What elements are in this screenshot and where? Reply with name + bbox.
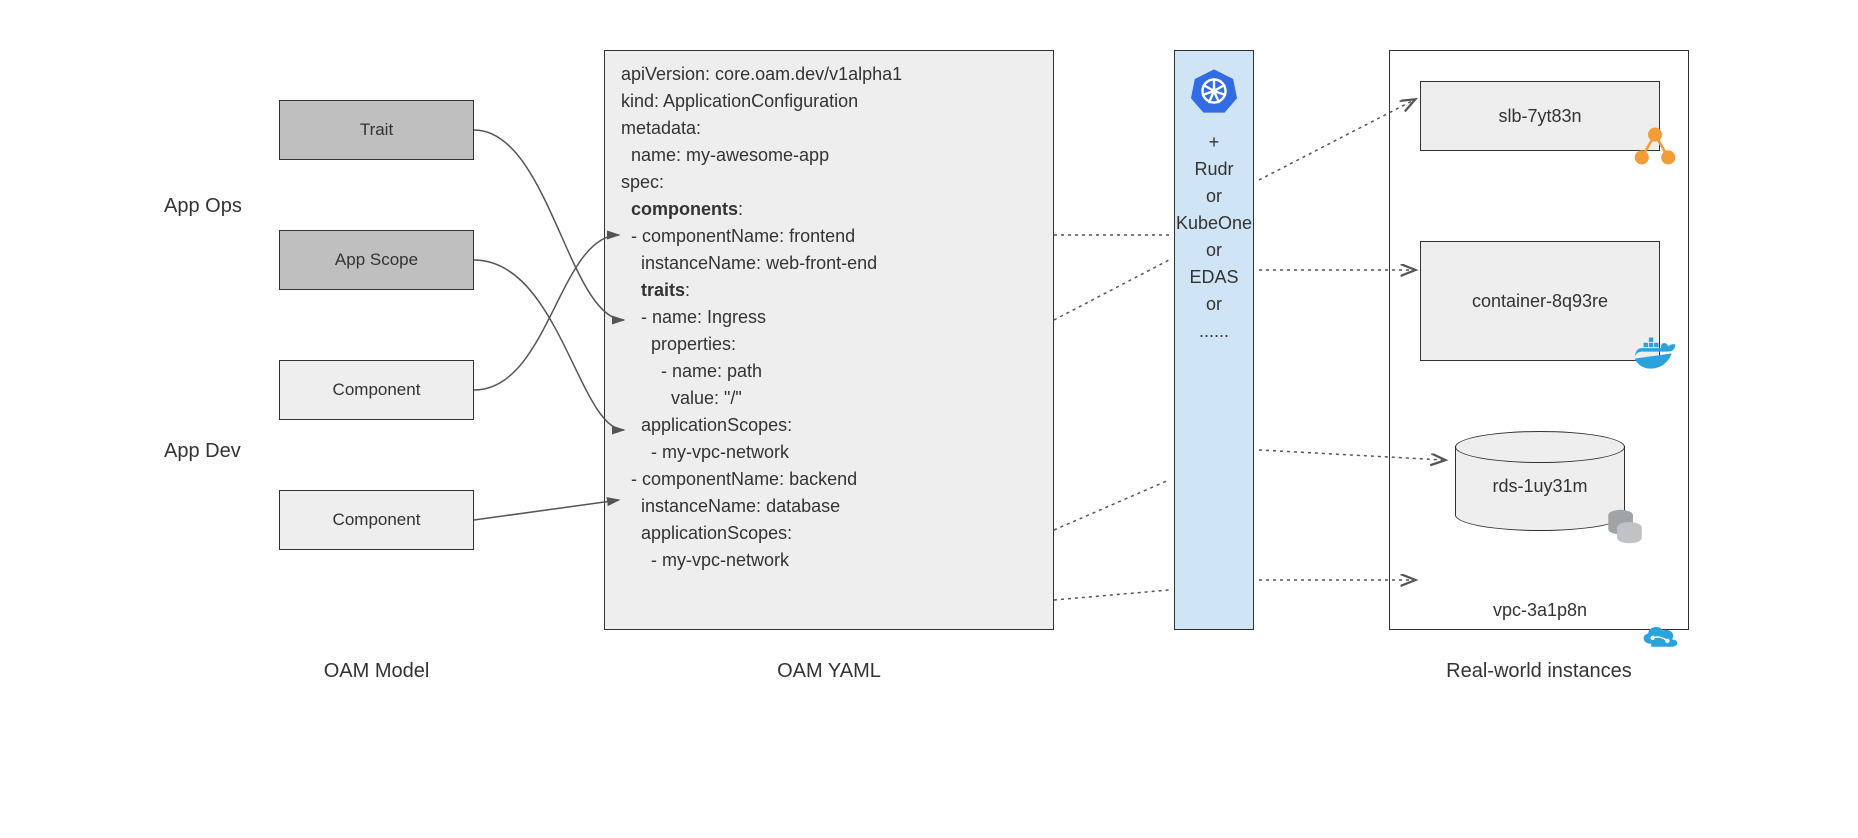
yaml-line: properties: (621, 331, 1037, 358)
yaml-line: name: my-awesome-app (621, 142, 1037, 169)
load-balancer-icon (1633, 124, 1677, 168)
yaml-line: applicationScopes: (621, 520, 1037, 547)
instance-vpc-label: vpc-3a1p8n (1493, 600, 1587, 621)
yaml-line: instanceName: database (621, 493, 1037, 520)
model-trait: Trait (279, 100, 474, 160)
yaml-line: apiVersion: core.oam.dev/v1alpha1 (621, 61, 1037, 88)
instance-vpc: vpc-3a1p8n (1420, 591, 1660, 629)
instances-container: slb-7yt83n container-8q93re (1389, 50, 1689, 630)
diagram-canvas: App Ops App Dev Trait App Scope Componen… (149, 20, 1709, 720)
runtime-or: or (1175, 291, 1253, 318)
model-component-1-label: Component (333, 380, 421, 400)
section-oam-model: OAM Model (279, 660, 474, 683)
runtime-or: or (1175, 237, 1253, 264)
yaml-line: kind: ApplicationConfiguration (621, 88, 1037, 115)
yaml-line: traits: (621, 277, 1037, 304)
section-instances: Real-world instances (1389, 660, 1689, 683)
runtime-column: + Rudr or KubeOne or EDAS or ...... (1174, 50, 1254, 630)
runtime-dots: ...... (1175, 318, 1253, 345)
instance-rds: rds-1uy31m (1455, 431, 1625, 531)
instance-rds-label: rds-1uy31m (1455, 476, 1625, 497)
yaml-line: - my-vpc-network (621, 547, 1037, 574)
runtime-item: Rudr (1175, 156, 1253, 183)
cloud-icon (1638, 613, 1682, 657)
model-component-1: Component (279, 360, 474, 420)
model-scope-label: App Scope (335, 250, 418, 270)
runtime-or: or (1175, 183, 1253, 210)
yaml-line: metadata: (621, 115, 1037, 142)
model-component-2-label: Component (333, 510, 421, 530)
model-trait-label: Trait (360, 120, 393, 140)
model-scope: App Scope (279, 230, 474, 290)
yaml-line: applicationScopes: (621, 412, 1037, 439)
database-icon (1603, 501, 1647, 545)
runtime-plus: + (1175, 129, 1253, 156)
yaml-line: components: (621, 196, 1037, 223)
yaml-line: value: "/" (621, 385, 1037, 412)
yaml-line: - my-vpc-network (621, 439, 1037, 466)
model-component-2: Component (279, 490, 474, 550)
yaml-line: - componentName: frontend (621, 223, 1037, 250)
yaml-line: - name: Ingress (621, 304, 1037, 331)
instance-container-label: container-8q93re (1472, 291, 1608, 312)
instance-slb: slb-7yt83n (1420, 81, 1660, 151)
instance-slb-label: slb-7yt83n (1498, 106, 1581, 127)
kubernetes-icon (1190, 67, 1238, 115)
yaml-line: - name: path (621, 358, 1037, 385)
role-app-dev: App Dev (164, 440, 241, 463)
role-app-ops: App Ops (164, 195, 242, 218)
yaml-block: apiVersion: core.oam.dev/v1alpha1 kind: … (604, 50, 1054, 630)
yaml-line: instanceName: web-front-end (621, 250, 1037, 277)
runtime-item: KubeOne (1175, 210, 1253, 237)
runtime-item: EDAS (1175, 264, 1253, 291)
docker-icon (1633, 334, 1677, 378)
yaml-line: spec: (621, 169, 1037, 196)
yaml-line: - componentName: backend (621, 466, 1037, 493)
instance-container: container-8q93re (1420, 241, 1660, 361)
section-oam-yaml: OAM YAML (604, 660, 1054, 683)
